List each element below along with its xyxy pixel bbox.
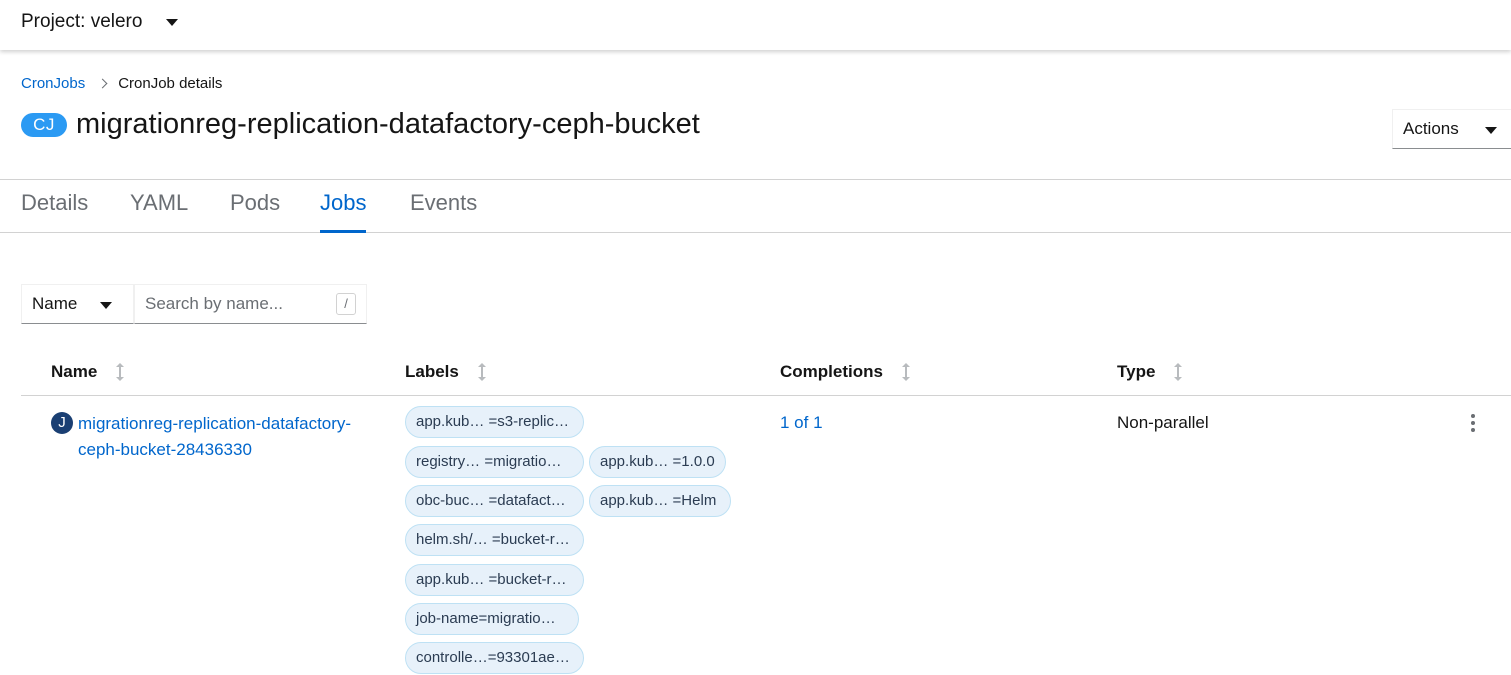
search-input[interactable] [145,293,335,315]
kebab-menu-icon[interactable] [1467,413,1479,433]
job-name-line-2: ceph-bucket-28436330 [78,440,252,459]
column-header-labels[interactable]: Labels [405,362,487,382]
column-header-labels-label: Labels [405,362,459,381]
chevron-right-icon [97,78,108,89]
label-chip[interactable]: app.kub… =Helm [589,485,731,517]
label-chip[interactable]: job-name=migratio… [405,603,579,635]
caret-down-icon [100,302,112,309]
breadcrumb: CronJobs CronJob details [21,75,222,92]
label-chip[interactable]: app.kub… =bucket-r… [405,564,584,596]
table-header: Name Labels Completions Type [21,348,1511,396]
tab-details[interactable]: Details [21,190,88,233]
tab-pods[interactable]: Pods [230,190,280,233]
filter-type-label: Name [32,294,78,313]
label-chip[interactable]: registry… =migratio… [405,446,584,478]
breadcrumb-cronjobs-link[interactable]: CronJobs [21,75,85,92]
job-name-line-1: migrationreg-replication-datafactory- [78,414,352,433]
keyboard-shortcut-hint: / [336,293,356,315]
filter-type-select[interactable]: Name [21,284,134,324]
column-header-name[interactable]: Name [51,362,125,382]
project-selector[interactable]: Project: velero [21,11,179,33]
label-chip[interactable]: helm.sh/… =bucket-r… [405,524,584,556]
breadcrumb-current: CronJob details [118,75,223,92]
label-chip[interactable]: app.kub… =s3-replic… [405,406,584,438]
tab-yaml[interactable]: YAML [130,190,188,233]
actions-dropdown-button[interactable]: Actions [1392,109,1511,149]
tab-jobs[interactable]: Jobs [320,190,367,233]
job-name-link[interactable]: migrationreg-replication-datafactory- ce… [78,411,388,463]
job-kind-icon: J [51,412,73,434]
tab-events[interactable]: Events [410,190,477,233]
search-field: / [134,284,367,324]
column-header-type[interactable]: Type [1117,362,1183,382]
page-heading: CJ migrationreg-replication-datafactory-… [21,108,700,141]
label-chip[interactable]: obc-buc… =datafact… [405,485,584,517]
caret-down-icon [166,18,179,26]
column-header-completions[interactable]: Completions [780,362,911,382]
filter-toolbar: Name / [21,284,367,324]
sort-icon [115,363,125,381]
project-selector-label: Project: velero [21,11,143,32]
table-row: J migrationreg-replication-datafactory- … [21,396,1511,675]
caret-down-icon [1485,127,1497,134]
page-title: migrationreg-replication-datafactory-cep… [76,108,700,140]
sort-icon [1173,363,1183,381]
label-chip[interactable]: controlle…=93301ae… [405,642,584,674]
tab-bar: Details YAML Pods Jobs Events [0,179,1511,233]
actions-label: Actions [1403,119,1459,138]
completions-link[interactable]: 1 of 1 [780,413,823,433]
project-bar: Project: velero [0,0,1511,50]
label-chip[interactable]: app.kub… =1.0.0 [589,446,726,478]
sort-icon [901,363,911,381]
column-header-completions-label: Completions [780,362,883,381]
job-type: Non-parallel [1117,413,1209,432]
resource-kind-badge: CJ [21,112,67,137]
column-header-type-label: Type [1117,362,1156,381]
sort-icon [477,363,487,381]
column-header-name-label: Name [51,362,98,381]
